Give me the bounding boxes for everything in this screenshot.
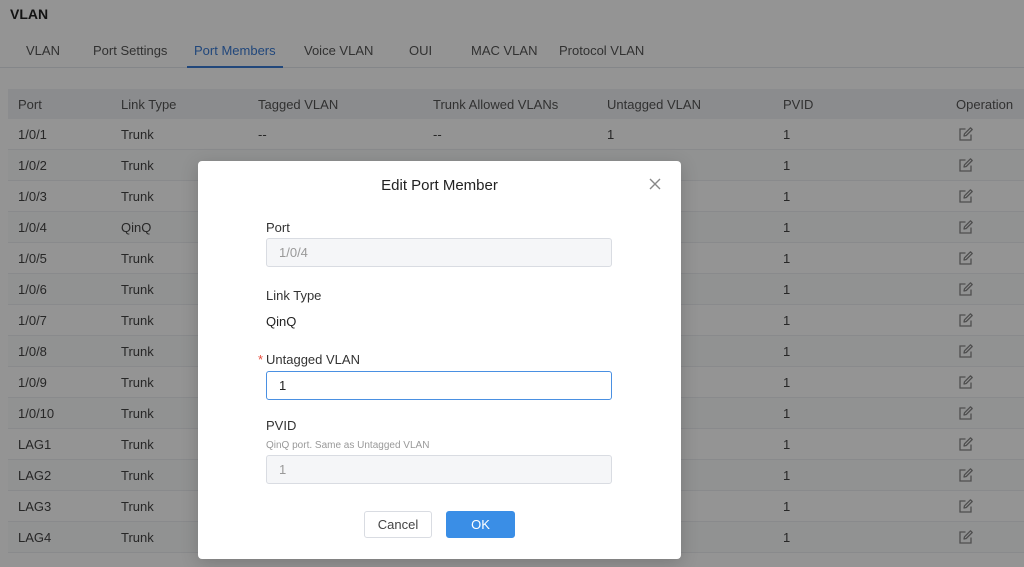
cancel-button[interactable]: Cancel xyxy=(364,511,432,538)
required-mark: * xyxy=(258,352,264,367)
untagged-vlan-label-text: Untagged VLAN xyxy=(266,352,360,367)
link-type-value: QinQ xyxy=(266,314,297,329)
untagged-vlan-label: * Untagged VLAN xyxy=(258,352,360,367)
pvid-hint: QinQ port. Same as Untagged VLAN xyxy=(266,440,430,451)
ok-button[interactable]: OK xyxy=(446,511,515,538)
edit-port-member-dialog: Edit Port Member Port 1/0/4 Link Type Qi… xyxy=(198,161,681,559)
dialog-title: Edit Port Member xyxy=(381,177,498,194)
port-field: 1/0/4 xyxy=(266,238,612,267)
link-type-label: Link Type xyxy=(266,288,322,303)
pvid-field: 1 xyxy=(266,455,612,484)
untagged-vlan-input[interactable]: 1 xyxy=(266,371,612,400)
port-label: Port xyxy=(266,220,290,235)
pvid-label: PVID xyxy=(266,418,297,433)
close-icon[interactable] xyxy=(646,175,664,193)
